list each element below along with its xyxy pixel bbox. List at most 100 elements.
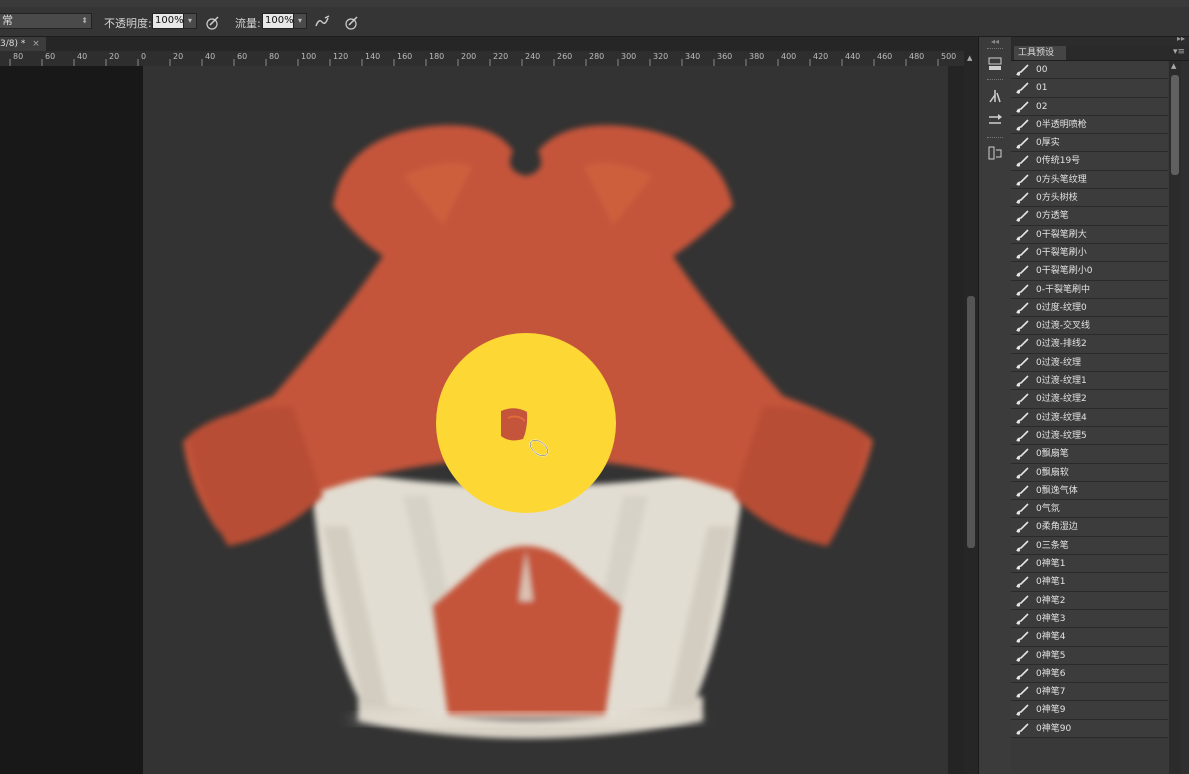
opacity-dropdown-button[interactable]: ▾ <box>183 13 197 29</box>
preset-list-item[interactable]: 0神笔7 <box>1011 683 1168 702</box>
brush-icon <box>1016 302 1029 314</box>
close-icon[interactable]: × <box>32 39 40 49</box>
opacity-input[interactable]: 100% <box>152 13 184 29</box>
expand-panel-icon[interactable]: ▸▸ <box>1177 34 1185 43</box>
preset-list-item[interactable]: 01 <box>1011 79 1168 98</box>
preset-list-item[interactable]: 0方头笔纹理 <box>1011 170 1168 190</box>
preset-list-item[interactable]: 0厚实 <box>1011 134 1168 153</box>
panel-edge <box>1181 61 1189 774</box>
preset-list-item[interactable]: 0过渡-排线2 <box>1011 335 1168 354</box>
preset-list-item[interactable]: 0神笔6 <box>1011 664 1168 684</box>
brush-icon <box>1016 375 1029 387</box>
flow-dropdown-button[interactable]: ▾ <box>293 13 307 29</box>
scrollbar-thumb[interactable] <box>967 296 975 548</box>
document-tab-label: 3/8) * <box>0 39 26 49</box>
preset-list-item[interactable]: 0飘扇软 <box>1011 463 1168 482</box>
preset-list-item[interactable]: 0方透笔 <box>1011 207 1168 226</box>
brush-icon <box>1016 119 1029 131</box>
preset-list-item[interactable]: 00 <box>1011 61 1168 80</box>
brush-icon <box>1016 649 1029 662</box>
preset-name: 0神笔1 <box>1036 559 1066 570</box>
preset-name: 0神笔7 <box>1036 687 1066 698</box>
options-bar: 常 ⬍ 不透明度: 100% ▾ 流量: 100% ▾ <box>0 7 1189 37</box>
preset-list-item[interactable]: 0柔角湿边 <box>1011 518 1168 537</box>
blend-mode-select[interactable]: 常 ⬍ <box>0 13 92 29</box>
dock-grip[interactable] <box>987 137 1003 140</box>
preset-list-item[interactable]: 0半透明喷枪 <box>1011 115 1168 135</box>
preset-name: 0神笔90 <box>1036 723 1072 734</box>
pasteboard <box>0 66 143 774</box>
scroll-up-icon[interactable]: ▲ <box>967 54 972 62</box>
preset-name: 0方头笔纹理 <box>1036 174 1087 185</box>
preset-list: 00 01 02 0半透明喷枪 0厚实 0传统19号 0方头笔纹理 0方头树枝 0方透笔 0干裂笔… <box>1011 61 1168 738</box>
preset-list-item[interactable]: 0神笔3 <box>1011 609 1168 629</box>
preset-list-item[interactable]: 0神笔5 <box>1011 646 1168 665</box>
collapse-dock-icon[interactable]: ◂◂ <box>991 37 999 46</box>
dock-grip[interactable] <box>987 48 1003 51</box>
preset-list-item[interactable]: 0飘逸气体 <box>1011 481 1168 501</box>
dock-grip[interactable] <box>987 79 1003 82</box>
preset-list-item[interactable]: 0神笔4 <box>1011 628 1168 647</box>
brush-icon <box>1016 192 1029 204</box>
document-tab[interactable]: 3/8) * × <box>0 37 46 51</box>
preset-list-scrollbar[interactable]: ▲ <box>1169 61 1181 774</box>
preset-list-item[interactable]: 0方头树枝 <box>1011 189 1168 208</box>
tab-tool-presets[interactable]: 工具预设 <box>1014 46 1067 60</box>
preset-name: 0传统19号 <box>1036 156 1081 167</box>
preset-list-item[interactable]: 0-干裂笔刷中 <box>1011 280 1168 299</box>
preset-list-item[interactable]: 0干裂笔刷小 <box>1011 243 1168 263</box>
airbrush-icon[interactable] <box>313 13 331 31</box>
painting-artwork <box>183 125 873 739</box>
preset-list-item[interactable]: 0传统19号 <box>1011 152 1168 171</box>
ruler-label: 140 <box>365 52 381 61</box>
preset-list-item[interactable]: 0过渡-纹理5 <box>1011 426 1168 446</box>
scroll-up-icon[interactable]: ▲ <box>1171 62 1176 70</box>
brush-icon <box>1016 576 1029 588</box>
ruler-label: 120 <box>333 52 349 61</box>
preset-list-item[interactable]: 0神笔2 <box>1011 591 1168 610</box>
preset-list-item[interactable]: 02 <box>1011 97 1168 116</box>
preset-list-item[interactable]: 0过渡-纹理2 <box>1011 390 1168 409</box>
ruler-label: 380 <box>749 52 765 61</box>
ruler-label: 460 <box>877 52 893 61</box>
tool-presets-icon[interactable] <box>986 111 1004 129</box>
preset-name: 0过渡-纹理5 <box>1036 430 1087 441</box>
pressure-opacity-icon[interactable] <box>204 13 222 31</box>
preset-list-item[interactable]: 0过渡-交叉线 <box>1011 317 1168 336</box>
flow-input[interactable]: 100% <box>262 13 294 29</box>
horizontal-ruler[interactable]: 80 60 40 20 0 20 40 60 80 100 120 140 16… <box>0 51 964 67</box>
preset-list-item[interactable]: 0神笔1 <box>1011 573 1168 592</box>
scrollbar-thumb[interactable] <box>1171 75 1179 175</box>
preset-list-item[interactable]: 0干裂笔刷小0 <box>1011 262 1168 281</box>
menu-bar[interactable] <box>0 0 1189 7</box>
preset-list-item[interactable]: 0过渡-纹理 <box>1011 353 1168 373</box>
panel-menu-icon[interactable]: ▾≡ <box>1173 46 1185 59</box>
preset-name: 0神笔1 <box>1036 577 1066 588</box>
preset-name: 0过渡-纹理2 <box>1036 394 1087 405</box>
document-canvas[interactable] <box>143 66 948 774</box>
preset-list-item[interactable]: 0飘扇笔 <box>1011 445 1168 464</box>
preset-list-item[interactable]: 0过度-纹理0 <box>1011 298 1168 318</box>
preset-name: 0神笔5 <box>1036 650 1066 661</box>
pressure-size-icon[interactable] <box>343 13 361 31</box>
preset-list-item[interactable]: 0神笔90 <box>1011 719 1168 738</box>
preset-list-item[interactable]: 0三条笔 <box>1011 536 1168 556</box>
panel-tab-row: 工具预设 ▾≡ <box>1011 46 1189 61</box>
ruler-label: 60 <box>237 52 248 61</box>
brush-icon <box>1016 210 1029 222</box>
preset-list-item[interactable]: 0神笔9 <box>1011 701 1168 720</box>
preset-list-item[interactable]: 0过渡-纹理1 <box>1011 372 1168 391</box>
preset-list-item[interactable]: 0神笔1 <box>1011 555 1168 574</box>
history-icon[interactable] <box>986 144 1004 162</box>
preset-name: 01 <box>1036 83 1048 94</box>
brush-presets-icon[interactable] <box>986 55 1004 73</box>
brush-panel-icon[interactable] <box>986 87 1004 105</box>
preset-list-item[interactable]: 0过渡-纹理4 <box>1011 408 1168 427</box>
preset-list-item[interactable]: 0干裂笔刷大 <box>1011 225 1168 244</box>
preset-list-item[interactable]: 0气氛 <box>1011 500 1168 519</box>
preset-name: 0过渡-纹理1 <box>1036 376 1087 387</box>
preset-name: 0干裂笔刷小 <box>1036 247 1087 258</box>
ruler-label: 280 <box>589 52 605 61</box>
canvas-vertical-scrollbar[interactable]: ▲ <box>964 51 978 774</box>
ruler-label: 60 <box>45 52 56 61</box>
